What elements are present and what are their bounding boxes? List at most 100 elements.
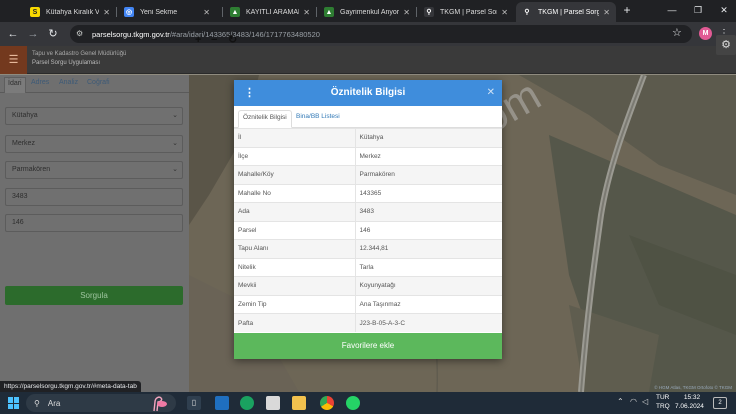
status-bar-url: https://parselsorgu.tkgm.gov.tr/#meta-da…	[0, 381, 141, 392]
map-settings-gear-icon[interactable]: ⚙	[716, 35, 736, 55]
close-window-icon[interactable]: ✕	[716, 3, 732, 17]
keyboard-layout-indicator[interactable]: TRQ	[656, 403, 670, 410]
attribute-value: Parmakören	[355, 165, 502, 184]
district-value: Merkez	[12, 140, 35, 147]
attribute-key: Tapu Alanı	[234, 239, 356, 258]
address-bar[interactable]: ⚙ parselsorgu.tkgm.gov.tr/#ara/idari/143…	[70, 25, 692, 43]
tab-close-icon[interactable]: ✕	[603, 8, 610, 17]
map-pin-icon: ⚲	[522, 7, 532, 17]
zoom-in-icon[interactable]: +	[195, 34, 207, 46]
attribute-key: Mevkii	[234, 276, 356, 295]
windows-taskbar: ⚲ Ara ▯ ⌃ ◠ ◁ TUR TRQ 15:32 7.06.2024 2	[0, 392, 736, 414]
browser-tab[interactable]: ▲ KAYITLI ARAMALARIM ✕	[224, 2, 316, 22]
province-select[interactable]: Kütahya ⌄	[5, 107, 183, 125]
table-row: Ada 3483	[234, 202, 502, 221]
sidebar-tabs: İdari Adres Analiz Coğrafi	[0, 75, 189, 93]
parcel-value: 146	[12, 219, 24, 226]
province-value: Kütahya	[12, 112, 38, 119]
language-indicator[interactable]: TUR	[656, 394, 669, 401]
add-to-favorites-button[interactable]: Favorilere ekle	[234, 333, 502, 359]
modal-menu-icon[interactable]: ⋮	[244, 86, 255, 100]
wifi-icon[interactable]: ◠	[630, 397, 637, 406]
mail-icon[interactable]	[215, 396, 229, 410]
file-explorer-icon[interactable]	[292, 396, 306, 410]
browser-tab-label: TKGM | Parsel Sorgu	[440, 8, 497, 16]
back-arrow-icon[interactable]: ←	[6, 27, 20, 41]
search-icon: ⚲	[34, 398, 40, 408]
attribute-key: İl	[234, 128, 356, 147]
forward-arrow-icon[interactable]: →	[26, 27, 40, 41]
clock-time[interactable]: 15:32	[680, 394, 704, 401]
attribute-value: Koyunyatağı	[355, 276, 502, 295]
tab-separator	[316, 7, 317, 17]
zoom-out-icon[interactable]: −	[211, 34, 223, 46]
restore-icon[interactable]: ❐	[690, 3, 706, 17]
neighborhood-select[interactable]: Parmakören ⌄	[5, 161, 183, 179]
site-info-icon[interactable]: ⚙	[76, 29, 86, 39]
tab-separator	[116, 7, 117, 17]
store-icon[interactable]	[266, 396, 280, 410]
tab-close-icon[interactable]: ✕	[403, 8, 410, 17]
whatsapp-icon[interactable]	[346, 396, 360, 410]
app-title-line1: Tapu ve Kadastro Genel Müdürlüğü	[32, 51, 127, 57]
attribute-value: 146	[355, 220, 502, 240]
tab-attribute-info[interactable]: Öznitelik Bilgisi	[238, 110, 292, 128]
browser-tab[interactable]: ⚲TKGM | Parsel Sorgu✕	[516, 2, 616, 22]
tab-idari[interactable]: İdari	[4, 77, 26, 93]
browser-tab[interactable]: S Kütahya Kiralık Villa İ✕	[24, 2, 116, 22]
chevron-down-icon: ⌄	[172, 140, 178, 147]
reload-icon[interactable]: ↻	[46, 27, 60, 41]
district-select[interactable]: Merkez ⌄	[5, 135, 183, 153]
notification-badge[interactable]: 2	[713, 397, 727, 409]
attribute-key: Parsel	[234, 220, 356, 240]
taskbar-search-placeholder: Ara	[47, 398, 61, 408]
search-sidebar: İdari Adres Analiz Coğrafi Kütahya ⌄ Mer…	[0, 75, 189, 392]
table-row: Mahalle No 143365	[234, 183, 502, 203]
bookmark-star-icon[interactable]: ☆	[672, 27, 684, 39]
table-row: İl Kütahya	[234, 128, 502, 147]
new-tab-button[interactable]: +	[620, 3, 634, 17]
hamburger-menu-icon[interactable]: ☰	[0, 46, 27, 74]
attribute-key: Mahalle No	[234, 183, 356, 203]
chevron-down-icon: ⌄	[172, 112, 178, 119]
table-row: Parsel 146	[234, 220, 502, 240]
tab-adres[interactable]: Adres	[31, 79, 49, 86]
attribute-value: Merkez	[355, 146, 502, 166]
tab-cografi[interactable]: Coğrafi	[87, 79, 110, 86]
clock-date[interactable]: 7.06.2024	[675, 403, 704, 410]
minimize-icon[interactable]: —	[664, 3, 680, 17]
browser-tab[interactable]: ▲ Gayrimenkul Anyorsa✕	[318, 2, 416, 22]
volume-icon[interactable]: ◁	[642, 397, 648, 406]
table-row: Nitelik Tarla	[234, 257, 502, 277]
tab-close-icon[interactable]: ✕	[103, 8, 110, 17]
modal-tabs: Öznitelik Bilgisi Bina/BB Listesi	[234, 106, 502, 128]
table-row: Pafta J23-B-05-A-3-C	[234, 313, 502, 332]
tray-overflow-icon[interactable]: ⌃	[617, 397, 624, 406]
tab-building-list[interactable]: Bina/BB Listesi	[292, 110, 344, 128]
profile-avatar[interactable]: M	[699, 27, 712, 40]
attribute-value: Tarla	[355, 257, 502, 277]
attribute-key: İlçe	[234, 146, 356, 166]
tab-close-icon[interactable]: ✕	[303, 8, 310, 17]
chrome-icon: ◎	[124, 7, 134, 17]
search-button[interactable]: Sorgula	[5, 286, 183, 305]
browser-tab[interactable]: ◎ Yeni Sekme ✕	[118, 2, 216, 22]
task-view-icon[interactable]: ▯	[187, 396, 201, 410]
chrome-icon[interactable]	[320, 396, 334, 410]
sahibinden-icon: S	[30, 7, 40, 17]
map-tool-icon[interactable]: ↻	[228, 34, 240, 46]
close-icon[interactable]: ✕	[487, 86, 495, 100]
tab-close-icon[interactable]: ✕	[203, 8, 210, 17]
browser-tab[interactable]: ⚲TKGM | Parsel Sorgu✕	[418, 2, 514, 22]
table-row: Zemin Tip Ana Taşınmaz	[234, 294, 502, 314]
tab-close-icon[interactable]: ✕	[501, 8, 508, 17]
modal-title: Öznitelik Bilgisi	[330, 87, 406, 98]
windows-start-icon[interactable]	[8, 397, 20, 409]
edge-icon[interactable]	[240, 396, 254, 410]
tab-analiz[interactable]: Analiz	[59, 79, 78, 86]
attribute-info-modal: Öznitelik Bilgisi ⋮ ✕ Öznitelik Bilgisi …	[234, 80, 502, 359]
browser-tab-label: Kütahya Kiralık Villa İ	[46, 8, 100, 16]
parcel-input[interactable]: 146	[5, 214, 183, 232]
block-input[interactable]: 3483	[5, 188, 183, 206]
table-row: Mevkii Koyunyatağı	[234, 276, 502, 295]
